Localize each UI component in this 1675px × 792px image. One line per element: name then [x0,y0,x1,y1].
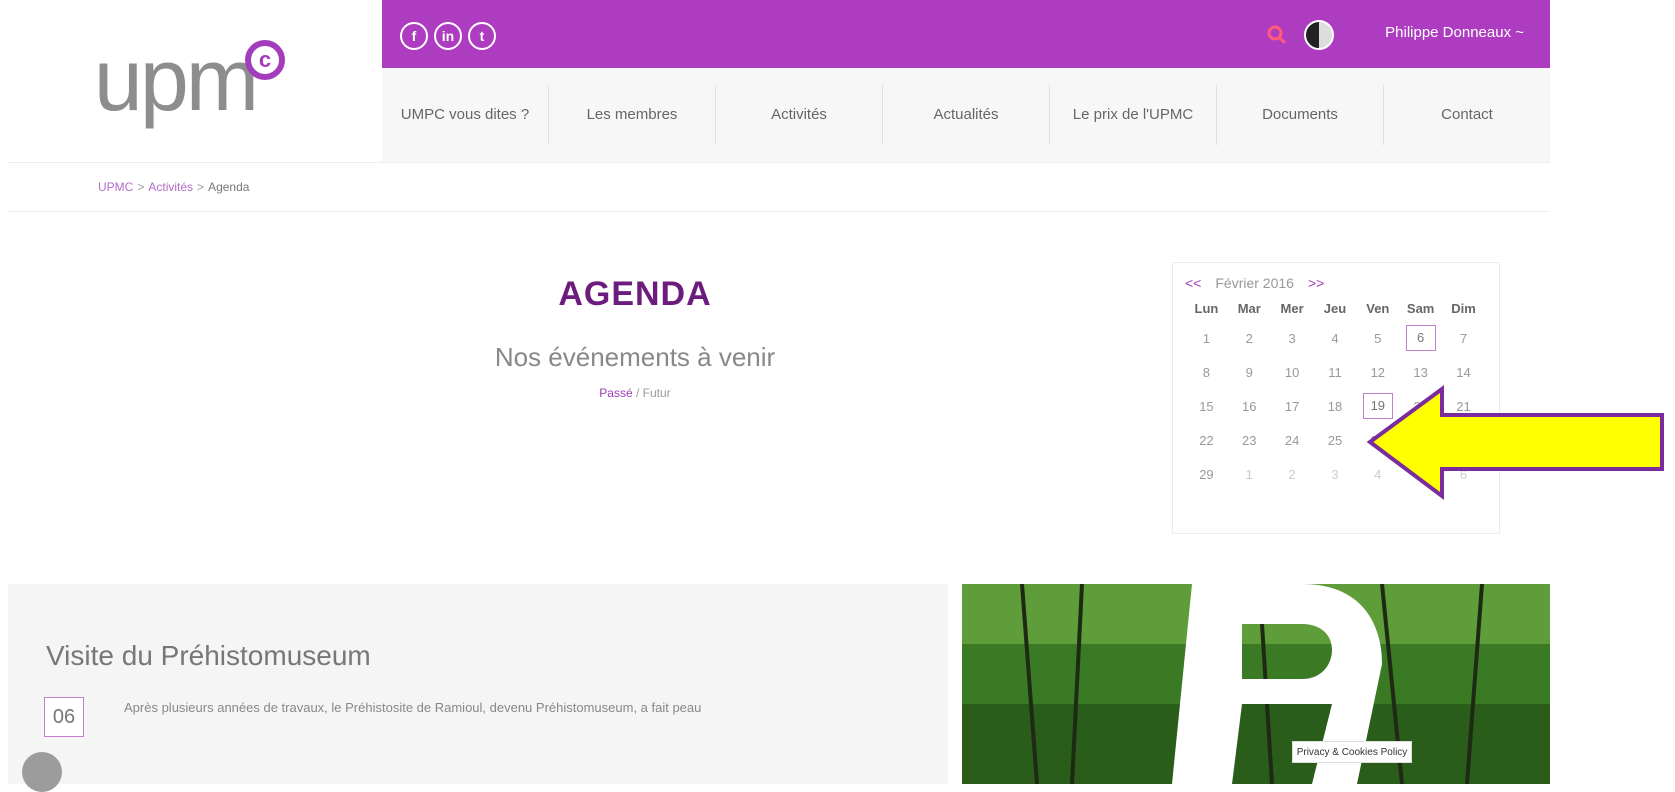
calendar-day-event-cell: 6 [1399,321,1442,355]
calendar-day-event[interactable]: 6 [1405,325,1436,351]
calendar-day: 2 [1245,330,1253,346]
weekday-label: Dim [1451,300,1476,316]
breadcrumb-current: Agenda [208,180,250,194]
weekday-label: Lun [1194,300,1219,316]
calendar-day-next-month: 2 [1288,466,1296,482]
main-nav: UMPC vous dites ? Les membres Activités … [382,68,1550,162]
nav-item-umpc-vous-dites[interactable]: UMPC vous dites ? [382,85,549,145]
filter-future-link[interactable]: Futur [643,386,671,400]
calendar-day: 3 [1288,330,1296,346]
calendar-day: 4 [1331,330,1339,346]
nav-item-prix-upmc[interactable]: Le prix de l'UPMC [1050,85,1217,145]
calendar-day: 16 [1242,398,1257,414]
calendar-day: 1 [1202,330,1211,346]
nav-item-contact[interactable]: Contact [1384,85,1550,145]
calendar-day: 5 [1374,330,1382,346]
nav-item-documents[interactable]: Documents [1217,85,1384,145]
logo-text: upm [93,30,259,129]
event-card: Visite du Préhistomuseum 06 Après plusie… [8,584,948,792]
calendar-day: 23 [1242,432,1257,448]
top-bar: f in t Philippe Donneaux ~ [382,0,1550,68]
event-date-badge: 06 [44,697,84,737]
user-menu[interactable]: Philippe Donneaux ~ [1385,24,1524,41]
page-title: AGENDA [558,275,712,313]
event-image [962,584,1550,784]
calendar-day: 25 [1327,432,1343,448]
facebook-icon[interactable]: f [400,22,428,50]
twitter-icon[interactable]: t [468,22,496,50]
calendar-day: 8 [1202,364,1211,380]
weekday-label: Mer [1280,300,1304,316]
calendar-header: << Février 2016 >> [1185,275,1489,291]
calendar-day: 22 [1199,432,1214,448]
site-logo[interactable]: upm c [0,0,380,160]
breadcrumb-separator: > [197,180,205,194]
social-links: f in t [400,22,496,50]
calendar-day: 9 [1245,364,1253,380]
calendar-next-button[interactable]: >> [1308,275,1324,291]
calendar-day: 24 [1284,432,1300,448]
calendar-day-next-month: 3 [1331,466,1339,482]
calendar-day-next-month: 1 [1245,466,1253,482]
calendar-day: 15 [1199,398,1214,414]
calendar-day: 17 [1284,398,1300,414]
privacy-policy-button[interactable]: Privacy & Cookies Policy [1292,741,1412,763]
breadcrumb-root[interactable]: UPMC [98,180,133,194]
calendar-month-label: Février 2016 [1215,275,1294,291]
calendar-day: 10 [1284,364,1300,380]
filter-past-link[interactable]: Passé [599,386,632,400]
user-avatar[interactable] [1304,20,1334,50]
calendar-day: 29 [1199,466,1214,482]
calendar-day: 7 [1459,330,1468,346]
event-title[interactable]: Visite du Préhistomuseum [46,640,371,672]
nav-item-activites[interactable]: Activités [716,85,883,145]
calendar-day: 13 [1413,364,1428,380]
nav-item-les-membres[interactable]: Les membres [549,85,716,145]
weekday-label: Sam [1406,300,1435,316]
calendar-day: 14 [1456,364,1471,380]
nav-item-actualites[interactable]: Actualités [883,85,1050,145]
linkedin-icon[interactable]: in [434,22,462,50]
calendar-prev-button[interactable]: << [1185,275,1201,291]
logo-copyright-mark: c [245,40,285,80]
filter-separator: / [632,386,643,400]
weekday-label: Jeu [1323,300,1347,316]
breadcrumb-parent[interactable]: Activités [148,180,193,194]
highlight-arrow-annotation [1366,385,1664,500]
weekday-label: Mar [1237,300,1261,316]
calendar-day: 11 [1328,364,1342,380]
breadcrumb-separator: > [137,180,145,194]
page-subtitle: Nos événements à venir [494,342,776,372]
event-description: Après plusieurs années de travaux, le Pr… [124,700,702,715]
scroll-indicator [22,752,62,792]
search-icon[interactable] [1264,22,1290,48]
time-filter: Passé / Futur [385,386,885,400]
calendar-day: 12 [1370,364,1386,380]
calendar-day: 18 [1327,398,1343,414]
breadcrumb: UPMC > Activités > Agenda [8,162,1550,212]
weekday-label: Ven [1366,300,1390,316]
